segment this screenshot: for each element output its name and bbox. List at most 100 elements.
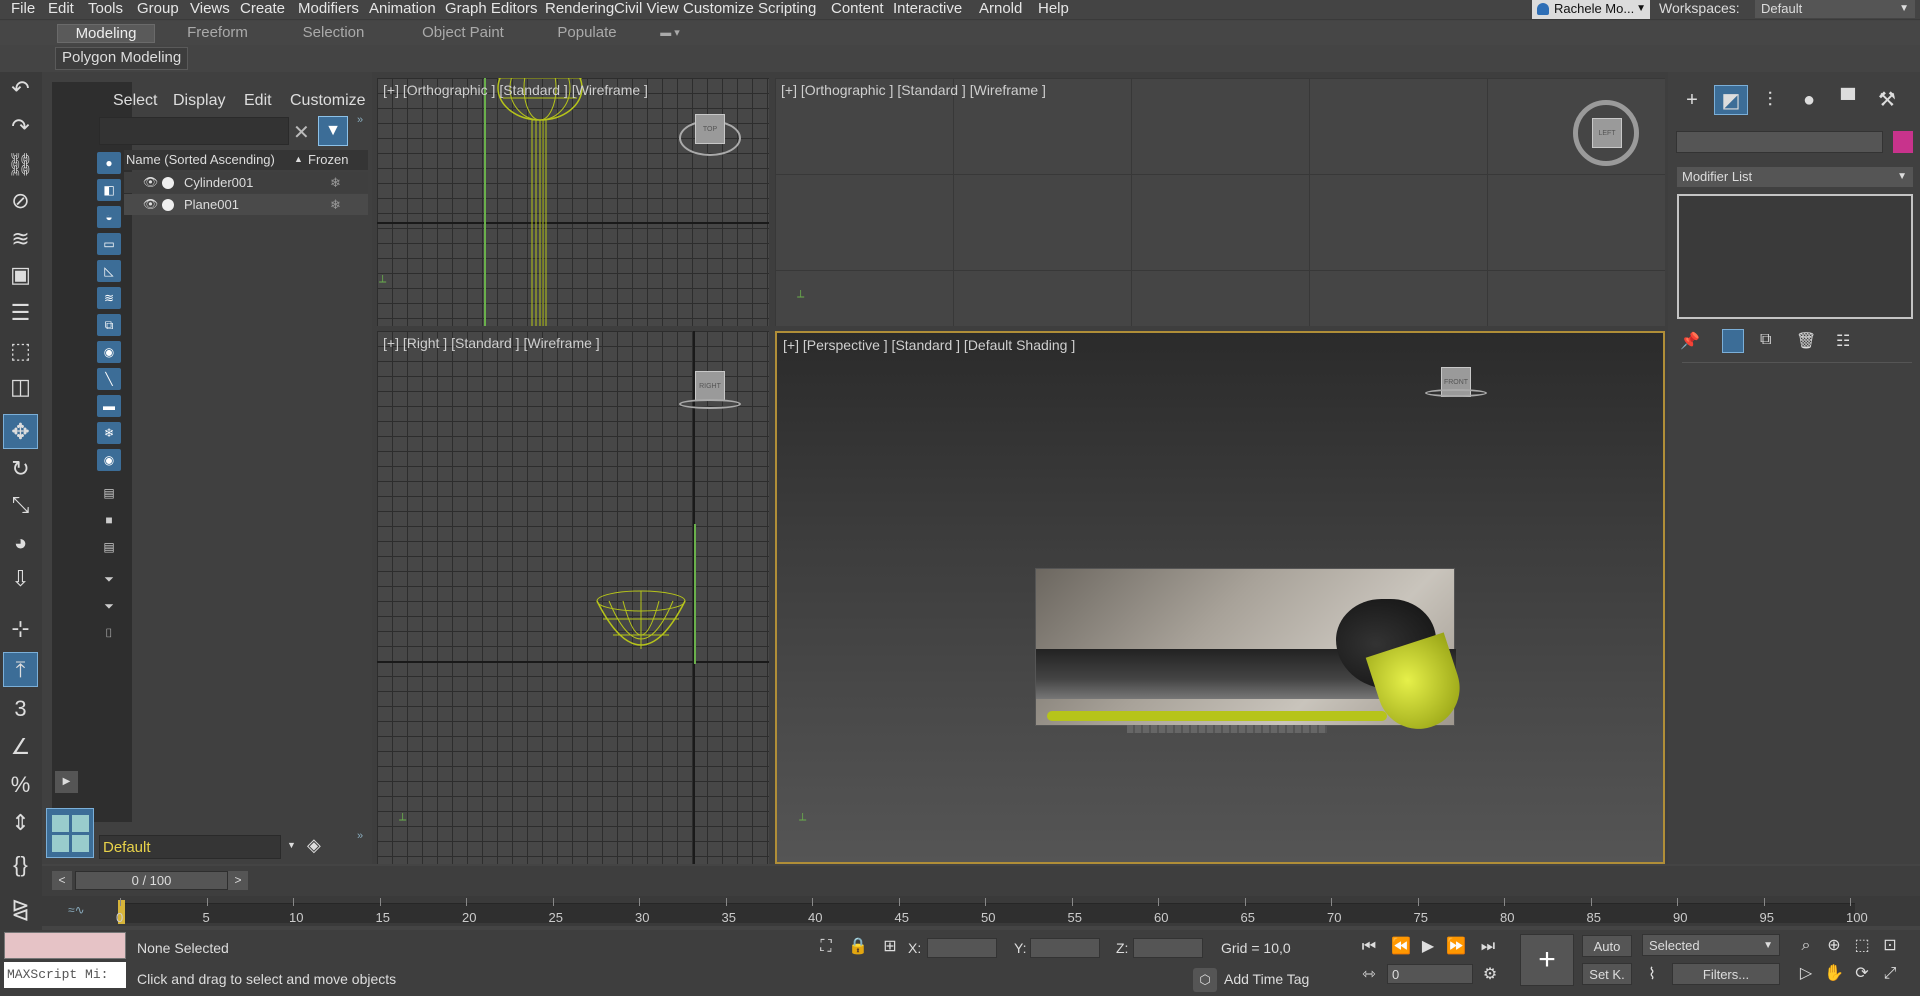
layer-dropdown[interactable]: Default [99,835,281,859]
menu-views[interactable]: Views [190,0,230,20]
scene-search-input[interactable] [99,117,289,145]
next-frame-icon[interactable]: ⏩ [1444,935,1468,959]
auto-key-button[interactable]: Auto [1582,935,1632,957]
use-pivot-center-icon[interactable]: ⊹ [3,612,38,647]
scene-row-plane001[interactable]: 👁 Plane001 ❄ [124,194,368,215]
viewport-layout-icon[interactable] [46,808,94,858]
time-next-icon[interactable]: > [228,871,248,890]
object-color-swatch[interactable] [1893,131,1913,153]
select-and-move-icon[interactable]: ✥ [3,414,38,449]
display-bones-icon[interactable]: ╲ [97,368,121,390]
ribbon-polygon-modeling[interactable]: Polygon Modeling [55,47,189,70]
scene-menu-customize[interactable]: Customize [290,92,366,110]
display-space-warps-icon[interactable]: ≋ [97,287,121,309]
viewport-top-left[interactable]: TOP ⟂ [+] [Orthographic ] [Standard ] [W… [377,78,769,326]
key-filter-dropdown[interactable]: Selected ▼ [1642,934,1780,956]
display-geometry-icon[interactable]: ● [97,152,121,174]
menu-group[interactable]: Group [137,0,179,20]
filter-options-icon[interactable]: ⏷ [97,568,121,590]
menu-edit[interactable]: Edit [48,0,74,20]
display-tab-icon[interactable]: ▀ [1831,85,1865,115]
snaps-toggle-icon[interactable]: ⤒ [3,652,38,687]
spinner-snap-icon[interactable]: % [3,768,38,803]
menu-animation[interactable]: Animation [369,0,436,20]
field-of-view-icon[interactable]: ▷ [1794,962,1818,986]
display-hidden-icon[interactable]: ◉ [97,449,121,471]
display-cameras-icon[interactable]: ▭ [97,233,121,255]
workspace-dropdown[interactable]: Default ▼ [1755,0,1915,18]
frozen-snowflake-icon[interactable]: ❄ [330,172,341,193]
y-coordinate-field[interactable] [1030,938,1100,958]
curve-editor-icon[interactable]: ≈∿ [68,903,85,917]
viewport-perspective[interactable]: FRONT ⟂ [+] [Perspective ] [Standard ] [… [775,331,1665,864]
selection-lock-icon[interactable]: 🔒 [846,935,870,959]
edit-named-selections-icon[interactable]: ⇕ [3,806,38,841]
view-cube-icon[interactable]: TOP [695,114,725,144]
tab-modeling[interactable]: Modeling [57,24,155,43]
play-icon[interactable]: ▶ [1416,935,1440,959]
menu-scripting[interactable]: Scripting [758,0,816,20]
display-invert-icon[interactable]: ▤ [97,536,121,558]
select-and-place-icon[interactable]: ◕ [3,526,38,561]
set-keys-icon[interactable]: + [1520,934,1574,986]
modifier-stack[interactable] [1677,194,1913,319]
create-tab-icon[interactable]: + [1675,85,1709,115]
link-icon[interactable]: ⛓ [3,148,38,183]
hierarchy-tab-icon[interactable]: ⫶ [1753,85,1787,115]
scene-menu-edit[interactable]: Edit [244,92,272,110]
select-object-icon[interactable]: ▣ [3,258,38,293]
key-tangent-icon[interactable]: ⌇ [1640,963,1664,987]
pin-stack-icon[interactable]: 📌 [1680,331,1700,351]
add-time-tag[interactable]: Add Time Tag [1224,971,1309,987]
visibility-eye-icon[interactable]: 👁 [143,194,158,215]
column-frozen-header[interactable]: Frozen [308,150,348,169]
menu-create[interactable]: Create [240,0,285,20]
expand-panel-icon[interactable]: ▶ [55,771,78,793]
selection-center-icon[interactable]: ⇩ [3,562,38,597]
time-configuration-icon[interactable]: ⚙ [1478,963,1502,987]
menu-graph-editors[interactable]: Graph Editors [445,0,538,20]
display-frozen-icon[interactable]: ❄ [97,422,121,444]
maximize-viewport-icon[interactable]: ⤢ [1878,962,1902,986]
viewport-label[interactable]: [+] [Perspective ] [Standard ] [Default … [783,337,1075,353]
display-all-icon[interactable]: ▤ [97,482,121,504]
maxscript-listener-output[interactable] [4,932,126,959]
go-to-start-icon[interactable]: ⏮ [1357,935,1381,959]
go-to-end-icon[interactable]: ⏭ [1476,935,1500,959]
modifier-list-dropdown[interactable]: Modifier List ▼ [1677,167,1913,187]
menu-content[interactable]: Content [831,0,884,20]
menu-interactive[interactable]: Interactive [893,0,962,20]
tab-freeform[interactable]: Freeform [170,24,265,43]
view-cube-ring[interactable] [1425,389,1487,397]
x-coordinate-field[interactable] [927,938,997,958]
display-xrefs-icon[interactable]: ◉ [97,341,121,363]
display-helpers-icon[interactable]: ◺ [97,260,121,282]
display-containers-icon[interactable]: ▬ [97,395,121,417]
modify-tab-icon[interactable]: ◩ [1714,85,1748,115]
zoom-extents-all-icon[interactable]: ⊡ [1878,934,1902,958]
visibility-eye-icon[interactable]: 👁 [143,172,158,193]
key-filters-button[interactable]: Filters... [1672,963,1780,985]
angle-snap-icon[interactable]: 3 [3,692,38,727]
motion-tab-icon[interactable]: ● [1792,85,1826,115]
current-frame-field[interactable]: 0 [1387,964,1473,984]
menu-arnold[interactable]: Arnold [979,0,1022,20]
view-cube-icon[interactable]: LEFT [1592,118,1622,148]
frozen-snowflake-icon[interactable]: ❄ [330,194,341,215]
select-and-rotate-icon[interactable]: ↻ [3,452,38,487]
key-mode-toggle-icon[interactable]: ⇿ [1357,963,1381,987]
layers-icon[interactable]: ◈ [307,835,321,856]
user-account-dropdown[interactable]: Rachele Mo... ▼ [1532,0,1650,19]
viewport-top-right[interactable]: LEFT ⟂ [+] [Orthographic ] [Standard ] [… [775,78,1665,326]
undo-icon[interactable]: ↶ [3,72,38,107]
configure-modifier-sets-icon[interactable]: ☷ [1836,331,1850,351]
scene-menu-select[interactable]: Select [113,92,157,110]
scene-row-cylinder001[interactable]: 👁 Cylinder001 ❄ [124,172,368,193]
view-cube-ring[interactable] [679,399,741,409]
display-none-icon[interactable]: ■ [97,509,121,531]
zoom-icon[interactable]: ⌕ [1794,934,1818,958]
filter-toggle-icon[interactable]: ▼ [318,116,348,146]
set-key-button[interactable]: Set K. [1582,963,1632,985]
orbit-icon[interactable]: ⟳ [1850,962,1874,986]
viewport-label[interactable]: [+] [Orthographic ] [Standard ] [Wirefra… [781,82,1046,98]
